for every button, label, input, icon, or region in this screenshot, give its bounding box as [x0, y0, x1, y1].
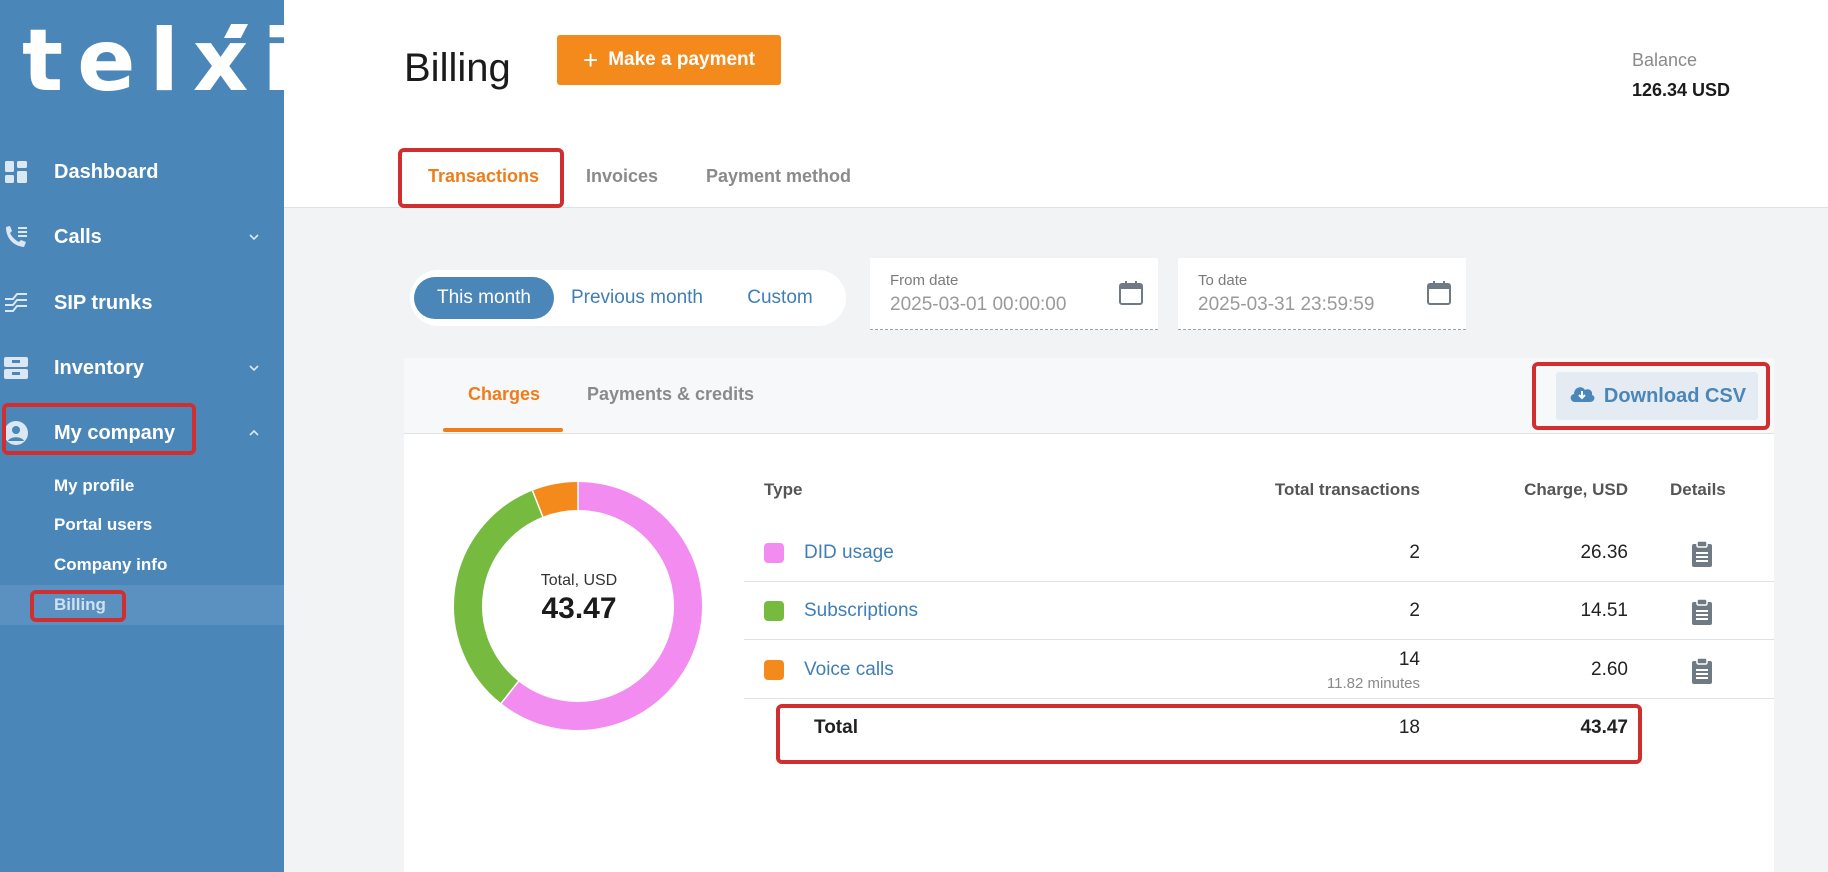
sidebar-item-calls[interactable]: Calls: [0, 213, 284, 261]
to-date-field[interactable]: To date 2025-03-31 23:59:59: [1178, 258, 1466, 330]
sidebar-subitem-label: Company info: [54, 555, 168, 574]
total-label: Total: [814, 717, 858, 738]
sidebar-item-label: Inventory: [54, 356, 145, 379]
period-this-month[interactable]: This month: [414, 277, 554, 319]
sidebar-subitem-billing[interactable]: Billing: [0, 585, 284, 625]
to-date-value: 2025-03-31 23:59:59: [1198, 294, 1375, 315]
table-row: Voice calls 14 11.82 minutes 2.60: [744, 641, 1774, 699]
period-selector: This month Previous month Custom: [410, 270, 846, 326]
inventory-icon: [2, 354, 30, 382]
telxi-logo[interactable]: telxi: [22, 18, 306, 104]
table-row: DID usage 2 26.36: [744, 524, 1774, 582]
sidebar-item-label: Calls: [54, 225, 102, 248]
sidebar-item-my-company[interactable]: My company: [0, 409, 284, 457]
sidebar-item-label: SIP trunks: [54, 291, 153, 314]
charges-tabs: Charges Payments & credits Download CSV: [404, 358, 1774, 434]
period-custom[interactable]: Custom: [720, 277, 840, 319]
period-previous-month[interactable]: Previous month: [562, 277, 712, 319]
sidebar-subitem-company-info[interactable]: Company info: [0, 545, 284, 585]
sidebar: telxi Dashboard Calls SIP trunks Invento…: [0, 0, 292, 872]
sidebar-item-sip-trunks[interactable]: SIP trunks: [0, 279, 284, 327]
to-date-label: To date: [1198, 272, 1248, 289]
chevron-up-icon: [248, 426, 260, 440]
calendar-icon[interactable]: [1426, 280, 1452, 311]
sidebar-item-dashboard[interactable]: Dashboard: [0, 148, 284, 196]
company-user-icon: [2, 419, 30, 447]
page-title: Billing: [404, 46, 511, 90]
download-csv-button[interactable]: Download CSV: [1556, 372, 1758, 420]
phone-list-icon: [2, 223, 30, 251]
cell-charge: 2.60: [1591, 659, 1628, 680]
donut-total-value: 43.47: [541, 592, 617, 625]
legend-swatch-subscriptions: [764, 601, 784, 621]
sidebar-subitem-label: My profile: [54, 476, 135, 495]
from-date-value: 2025-03-01 00:00:00: [890, 294, 1067, 315]
clipboard-icon[interactable]: [1690, 598, 1714, 631]
page-header: Billing + Make a payment Balance 126.34 …: [284, 0, 1828, 208]
cell-total-transactions: 2: [1409, 600, 1420, 621]
cell-total-transactions: 18: [1398, 717, 1420, 738]
tab-payments-credits[interactable]: Payments & credits: [587, 384, 754, 405]
chevron-down-icon: [248, 230, 260, 244]
column-header-total-transactions: Total transactions: [1274, 480, 1420, 499]
cell-total-transactions: 2: [1409, 542, 1420, 563]
type-link-subscriptions[interactable]: Subscriptions: [804, 600, 918, 622]
cell-charge: 43.47: [1580, 717, 1628, 738]
cell-charge: 14.51: [1580, 600, 1628, 621]
tab-payment-method[interactable]: Payment method: [706, 166, 851, 187]
donut-total-label: Total, USD: [540, 572, 618, 589]
sidebar-item-label: My company: [54, 421, 176, 444]
tab-invoices[interactable]: Invoices: [586, 166, 658, 187]
sidebar-item-inventory[interactable]: Inventory: [0, 344, 284, 392]
clipboard-icon[interactable]: [1690, 657, 1714, 690]
chevron-down-icon: [248, 361, 260, 375]
type-link-did-usage[interactable]: DID usage: [804, 542, 894, 564]
table-row-total: Total 18 43.47: [744, 700, 1774, 758]
sidebar-subitem-portal-users[interactable]: Portal users: [0, 505, 284, 545]
from-date-field[interactable]: From date 2025-03-01 00:00:00: [870, 258, 1158, 330]
column-header-charge: Charge, USD: [1524, 480, 1628, 499]
table-row: Subscriptions 2 14.51: [744, 582, 1774, 640]
cell-charge: 26.36: [1580, 542, 1628, 563]
active-tab-underline: [443, 428, 563, 432]
make-payment-button[interactable]: + Make a payment: [557, 35, 781, 85]
cell-minutes: 11.82 minutes: [1326, 675, 1420, 692]
balance-label: Balance: [1632, 50, 1698, 70]
sidebar-subitem-label: Billing: [54, 595, 106, 614]
tab-charges[interactable]: Charges: [468, 384, 540, 405]
clipboard-icon[interactable]: [1690, 540, 1714, 573]
cloud-download-icon: [1568, 382, 1596, 410]
tab-transactions[interactable]: Transactions: [428, 166, 539, 187]
legend-swatch-did-usage: [764, 543, 784, 563]
column-header-type: Type: [764, 480, 803, 499]
from-date-label: From date: [890, 272, 959, 289]
make-payment-label: Make a payment: [608, 49, 755, 70]
balance-value: 126.34 USD: [1632, 80, 1731, 100]
sip-trunk-icon: [2, 289, 30, 317]
download-csv-label: Download CSV: [1603, 384, 1747, 407]
plus-icon: +: [583, 45, 599, 75]
dashboard-icon: [2, 158, 30, 186]
sidebar-subitem-my-profile[interactable]: My profile: [0, 466, 284, 506]
sidebar-subitem-label: Portal users: [54, 515, 153, 534]
column-header-details: Details: [1670, 480, 1726, 499]
legend-swatch-voice-calls: [764, 660, 784, 680]
type-link-voice-calls[interactable]: Voice calls: [804, 659, 894, 681]
calendar-icon[interactable]: [1118, 280, 1144, 311]
cell-total-transactions: 14: [1398, 649, 1420, 670]
sidebar-item-label: Dashboard: [54, 160, 159, 183]
